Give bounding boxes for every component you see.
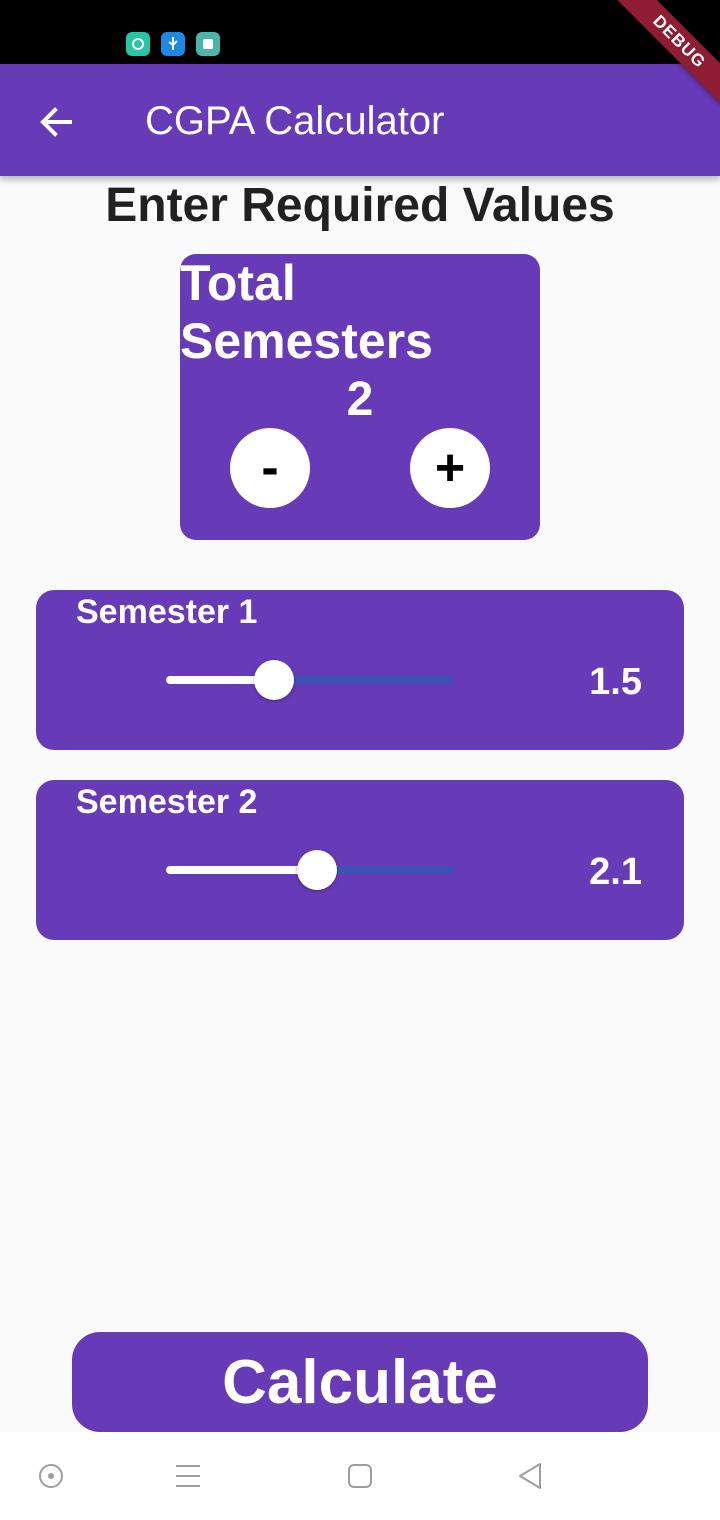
page-heading: Enter Required Values — [105, 179, 615, 232]
semester-slider[interactable] — [166, 850, 454, 890]
semester-row: Semester 2 2.1 — [36, 780, 684, 940]
circle-dot-icon[interactable] — [37, 1460, 65, 1492]
semester-label: Semester 1 — [76, 593, 258, 631]
calculate-button[interactable]: Calculate — [72, 1332, 648, 1432]
app-bar: CGPA Calculator — [0, 64, 720, 176]
usb-icon — [161, 32, 185, 56]
app-title: CGPA Calculator — [145, 99, 445, 143]
total-semesters-label: Total Semesters — [180, 255, 433, 369]
system-nav-bar — [0, 1432, 720, 1520]
menu-lines-icon[interactable] — [174, 1460, 202, 1492]
slider-thumb[interactable] — [297, 850, 338, 890]
semester-value: 1.5 — [589, 661, 642, 703]
chat-bubble-icon — [126, 32, 150, 56]
slider-active-track — [166, 866, 318, 874]
semester-label: Semester 2 — [76, 783, 258, 821]
triangle-back-icon[interactable] — [516, 1460, 544, 1492]
stacked-windows-icon — [196, 32, 220, 56]
decrement-button[interactable]: - — [230, 428, 310, 508]
total-semesters-value: 2 — [346, 373, 374, 426]
semester-value: 2.1 — [589, 851, 642, 893]
arrow-back-icon[interactable] — [34, 100, 78, 144]
total-semesters-card: Total Semesters 2 - + — [180, 254, 540, 540]
semester-row: Semester 1 1.5 — [36, 590, 684, 750]
status-bar — [0, 0, 720, 64]
slider-thumb[interactable] — [254, 660, 294, 700]
increment-button[interactable]: + — [410, 428, 490, 508]
semester-slider[interactable] — [166, 660, 454, 700]
square-home-icon[interactable] — [346, 1460, 374, 1492]
